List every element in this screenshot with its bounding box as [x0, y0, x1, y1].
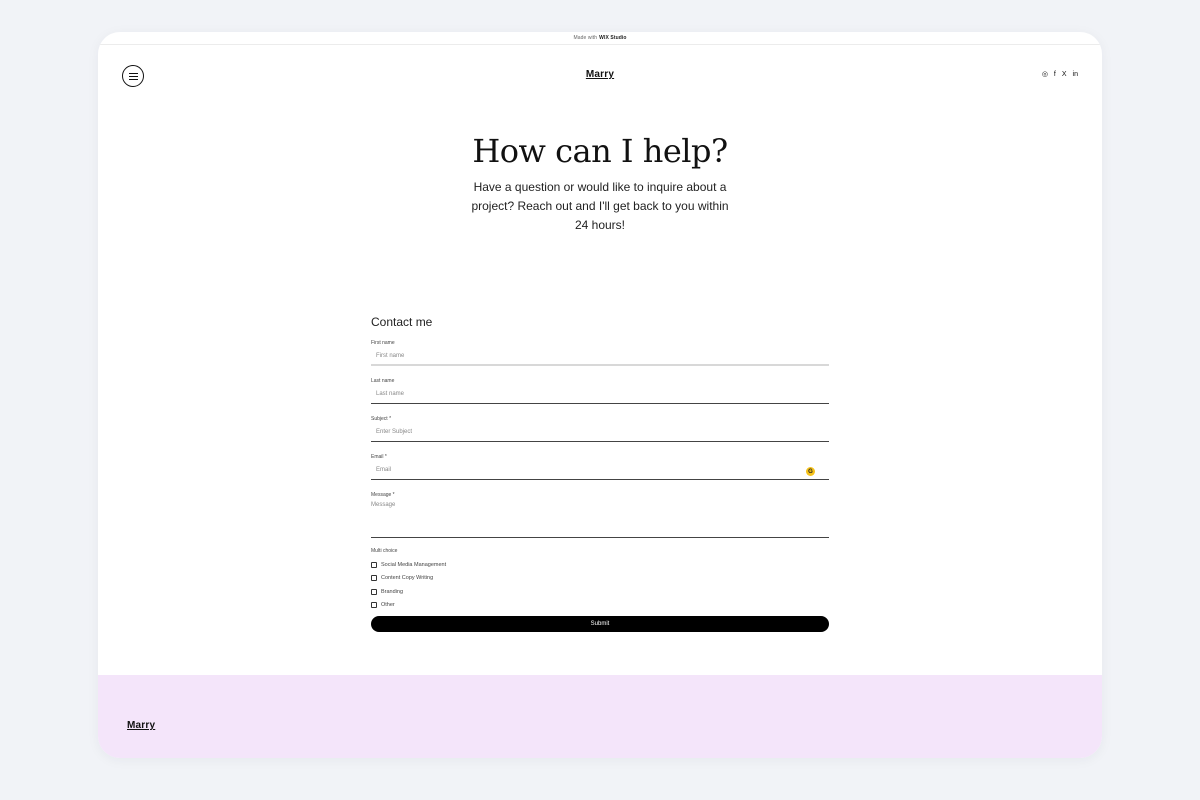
- page-title: How can I help?: [472, 132, 728, 170]
- x-icon[interactable]: X: [1062, 71, 1067, 78]
- facebook-icon[interactable]: f: [1054, 71, 1056, 78]
- checkbox-option-content-copy-writing[interactable]: Content Copy Writing: [371, 572, 829, 586]
- site-title-link[interactable]: Marry: [98, 69, 1102, 80]
- page-subtitle: Have a question or would like to inquire…: [471, 180, 729, 232]
- multi-choice-label: Multi choice: [371, 548, 398, 554]
- checkbox-icon[interactable]: [371, 602, 377, 609]
- grammarly-icon[interactable]: G: [806, 467, 815, 476]
- subject-label: Subject *: [371, 416, 392, 422]
- checkbox-label: Content Copy Writing: [381, 575, 434, 582]
- form-title: Contact me: [371, 315, 433, 329]
- last-name-label: Last name: [371, 378, 395, 384]
- checkbox-option-social-media-management[interactable]: Social Media Management: [371, 558, 829, 572]
- checkbox-label: Social Media Management: [381, 561, 447, 568]
- checkbox-icon[interactable]: [371, 561, 377, 568]
- subject-input[interactable]: Enter Subject: [371, 426, 829, 442]
- first-name-input[interactable]: First name: [371, 350, 829, 366]
- last-name-input[interactable]: Last name: [371, 388, 829, 404]
- made-with-prefix: Made with: [573, 35, 598, 41]
- email-input[interactable]: Email G: [371, 464, 829, 480]
- social-links: ◎ f X in: [1042, 71, 1078, 78]
- instagram-icon[interactable]: ◎: [1042, 71, 1048, 78]
- checkbox-option-other[interactable]: Other: [371, 599, 829, 613]
- subject-placeholder: Enter Subject: [376, 429, 413, 435]
- first-name-placeholder: First name: [376, 353, 405, 359]
- last-name-placeholder: Last name: [376, 391, 405, 397]
- message-label: Message *: [371, 492, 395, 498]
- footer: Marry: [98, 675, 1102, 758]
- checkbox-icon[interactable]: [371, 588, 377, 595]
- checkbox-icon[interactable]: [371, 575, 377, 582]
- made-with-brand: WIX Studio: [599, 35, 627, 41]
- first-name-label: First name: [371, 340, 395, 346]
- browser-frame: Made with WIX Studio Marry ◎ f X in How …: [98, 32, 1102, 758]
- footer-logo-link[interactable]: Marry: [127, 720, 155, 731]
- checkbox-label: Branding: [381, 588, 404, 595]
- email-label: Email *: [371, 454, 387, 460]
- contact-form: Contact me First name First name Last na…: [371, 315, 829, 632]
- email-placeholder: Email: [376, 467, 392, 473]
- message-textarea[interactable]: Message: [371, 502, 829, 538]
- checkbox-label: Other: [381, 602, 395, 609]
- made-with-banner[interactable]: Made with WIX Studio: [98, 32, 1102, 45]
- linkedin-icon[interactable]: in: [1073, 71, 1078, 78]
- checkbox-option-branding[interactable]: Branding: [371, 585, 829, 599]
- submit-button[interactable]: Submit: [371, 616, 829, 632]
- message-placeholder: Message: [371, 502, 396, 508]
